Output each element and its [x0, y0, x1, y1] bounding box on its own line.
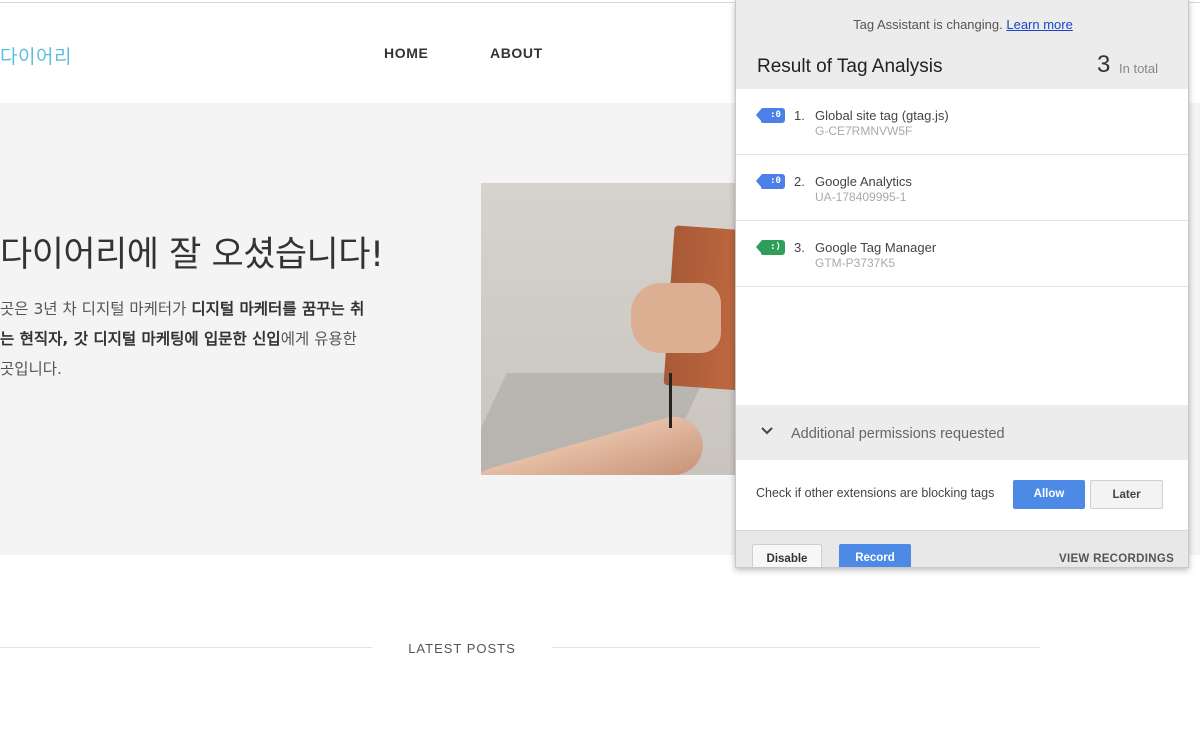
tag-row[interactable]: :0 2. Google Analytics UA-178409995-1: [736, 155, 1188, 221]
chevron-down-icon: [761, 427, 773, 435]
hero-text-normal: 에게 유용한: [280, 330, 357, 348]
total-count: 3: [1097, 51, 1111, 78]
tag-assistant-popup: Tag Assistant is changing. Learn more Re…: [735, 0, 1189, 568]
tag-number: 2.: [794, 174, 805, 189]
tag-name[interactable]: Google Analytics: [815, 174, 912, 189]
hero-text-bold: 디지털 마케터를 꿈꾸는 취: [191, 300, 365, 318]
tag-id: GTM-P3737K5: [815, 256, 896, 270]
tag-name[interactable]: Global site tag (gtag.js): [815, 108, 949, 123]
record-button[interactable]: Record: [839, 544, 911, 567]
tag-icon: :0: [756, 108, 785, 123]
hero-text-normal: 곳은 3년 차 디지털 마케터가: [0, 300, 192, 318]
photo-bookmark: [669, 373, 672, 428]
nav-home-link[interactable]: HOME: [384, 45, 428, 61]
view-recordings-link[interactable]: VIEW RECORDINGS: [1059, 553, 1174, 565]
disable-button[interactable]: Disable: [752, 544, 822, 567]
tag-icon: :): [756, 240, 785, 255]
hero-text-normal: 곳입니다.: [0, 360, 62, 378]
tag-row[interactable]: :) 3. Google Tag Manager GTM-P3737K5: [736, 221, 1188, 287]
total-label: In total: [1119, 61, 1159, 76]
change-notice: Tag Assistant is changing. Learn more: [736, 17, 1188, 32]
tag-number: 1.: [794, 108, 805, 123]
tag-name[interactable]: Google Tag Manager: [815, 240, 936, 255]
nav-about-link[interactable]: ABOUT: [490, 45, 543, 61]
tag-id: G-CE7RMNVW5F: [815, 124, 913, 138]
learn-more-link[interactable]: Learn more: [1006, 17, 1072, 32]
change-notice-text: Tag Assistant is changing.: [853, 17, 1003, 32]
result-title: Result of Tag Analysis: [757, 56, 943, 77]
tag-number: 3.: [794, 240, 805, 255]
tag-id: UA-178409995-1: [815, 190, 907, 204]
later-button[interactable]: Later: [1090, 480, 1163, 509]
allow-button[interactable]: Allow: [1013, 480, 1085, 509]
permissions-toggle[interactable]: Additional permissions requested: [736, 405, 1188, 460]
photo-hand: [631, 283, 721, 353]
popup-header: Tag Assistant is changing. Learn more Re…: [736, 0, 1188, 89]
popup-footer: Disable Record VIEW RECORDINGS: [736, 530, 1188, 567]
hero-photo: [481, 183, 741, 475]
tag-row[interactable]: :0 1. Global site tag (gtag.js) G-CE7RMN…: [736, 89, 1188, 155]
hero-title: 다이어리에 잘 오셨습니다!: [0, 235, 384, 275]
hero-text-bold: 는 현직자, 갓 디지털 마케팅에 입문한 신입: [0, 330, 281, 348]
latest-posts-heading: LATEST POSTS: [408, 641, 516, 656]
tag-icon: :0: [756, 174, 785, 189]
blocking-check-text: Check if other extensions are blocking t…: [756, 486, 995, 500]
hero-description: 곳은 3년 차 디지털 마케터가 디지털 마케터를 꿈꾸는 취 는 현직자, 갓…: [0, 294, 440, 384]
site-logo[interactable]: 다이어리: [0, 42, 72, 69]
permissions-label: Additional permissions requested: [791, 426, 1005, 442]
